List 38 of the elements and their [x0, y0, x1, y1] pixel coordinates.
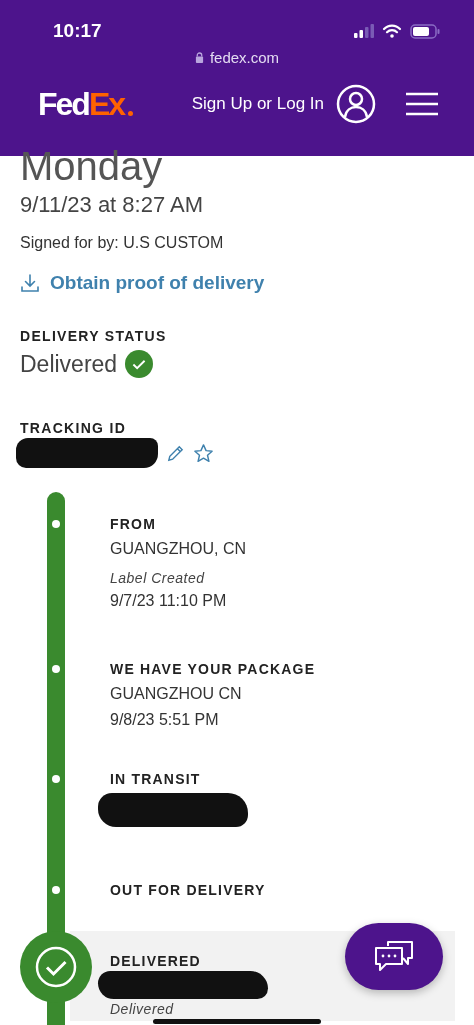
account-icon[interactable]: [336, 84, 376, 124]
delivery-datetime: 9/11/23 at 8:27 AM: [20, 192, 205, 218]
event-title: OUT FOR DELIVERY: [110, 882, 266, 898]
delivered-check-icon: [20, 931, 92, 1003]
signal-icon: [354, 24, 374, 38]
event-note: Label Created: [110, 570, 206, 586]
timeline-dot: [52, 775, 60, 783]
pencil-icon[interactable]: [166, 443, 185, 463]
sign-in-link[interactable]: Sign Up or Log In: [191, 94, 324, 114]
proof-of-delivery-link[interactable]: Obtain proof of delivery: [20, 272, 454, 294]
timeline-dot: [52, 520, 60, 528]
event-detail: 9/8/23 5:51 PM: [110, 711, 220, 729]
fedex-logo[interactable]: FedEx: [38, 88, 134, 120]
event-detail: GUANGZHOU CN: [110, 685, 243, 703]
menu-icon[interactable]: [406, 92, 438, 116]
star-icon[interactable]: [193, 442, 214, 464]
event-title: DELIVERED: [110, 953, 202, 969]
chat-button[interactable]: [345, 923, 443, 990]
status-time: 10:17: [53, 20, 102, 42]
tracking-id-label: TRACKING ID: [20, 420, 128, 436]
download-icon: [20, 273, 40, 293]
lock-icon: [194, 52, 204, 63]
url-text[interactable]: fedex.com: [209, 49, 280, 66]
event-title: FROM: [110, 516, 157, 532]
event-detail: 9/7/23 11:10 PM: [110, 592, 228, 610]
chat-icon: [374, 939, 414, 974]
signed-for-text: Signed for by: U.S CUSTOM: [20, 234, 225, 252]
event-detail: GUANGZHOU, CN: [110, 540, 246, 558]
delivery-status-value: Delivered: [20, 350, 118, 378]
timeline-dot: [52, 665, 60, 673]
event-note: Delivered: [110, 1001, 175, 1017]
event-title: IN TRANSIT: [110, 771, 202, 787]
event-title: WE HAVE YOUR PACKAGE: [110, 661, 316, 677]
timeline-dot: [52, 886, 60, 894]
delivery-day: Monday: [20, 146, 454, 186]
delivery-status-label: DELIVERY STATUS: [20, 328, 168, 344]
wifi-icon: [382, 24, 402, 38]
battery-icon: [410, 23, 440, 39]
